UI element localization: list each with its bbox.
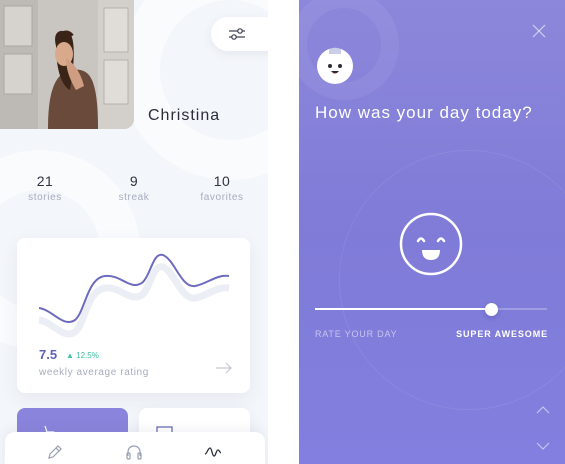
mascot-avatar	[316, 46, 354, 84]
headphones-icon[interactable]	[125, 443, 143, 461]
chevron-down-icon[interactable]	[536, 438, 550, 456]
stat-label: streak	[118, 192, 150, 203]
rate-value-label: SUPER AWESOME	[456, 329, 548, 339]
rating-label: weekly average rating	[39, 367, 149, 378]
bottom-tab-bar	[5, 432, 265, 464]
stat-label: stories	[28, 192, 62, 203]
stat-stories[interactable]: 21 stories	[10, 173, 80, 203]
arrow-right-icon[interactable]	[215, 361, 233, 379]
rating-wave-chart	[38, 253, 230, 338]
slider-fill	[315, 308, 492, 310]
rating-value: 7.5	[39, 347, 58, 362]
close-icon[interactable]	[532, 24, 546, 43]
stat-label: favorites	[200, 192, 244, 203]
profile-screen: Christina 21 stories 9 streak 10 favorit…	[0, 0, 268, 464]
profile-name: Christina	[148, 107, 221, 124]
stat-value: 21	[36, 173, 54, 189]
rate-your-day-label: RATE YOUR DAY	[315, 329, 398, 339]
slider-thumb[interactable]	[484, 303, 498, 316]
chevron-up-icon[interactable]	[536, 402, 550, 420]
rating-delta-value: 12.5%	[76, 351, 99, 360]
rating-delta: ▲ 12.5%	[66, 351, 99, 360]
stat-favorites[interactable]: 10 favorites	[187, 173, 257, 203]
activity-icon[interactable]	[204, 443, 222, 461]
smiley-face-icon	[399, 212, 463, 281]
profile-photo[interactable]	[0, 0, 134, 129]
pencil-icon[interactable]	[46, 443, 64, 461]
mood-rating-screen: How was your day today? RATE YOUR DAY SU…	[299, 0, 565, 464]
mood-slider[interactable]	[315, 303, 547, 316]
triangle-up-icon: ▲	[66, 351, 77, 360]
rating-card[interactable]: 7.5 ▲ 12.5% weekly average rating	[17, 238, 250, 393]
mood-question: How was your day today?	[315, 103, 533, 122]
stat-value: 9	[129, 173, 139, 189]
stat-value: 10	[213, 173, 231, 189]
stat-streak[interactable]: 9 streak	[99, 173, 169, 203]
filter-button[interactable]	[211, 17, 268, 51]
